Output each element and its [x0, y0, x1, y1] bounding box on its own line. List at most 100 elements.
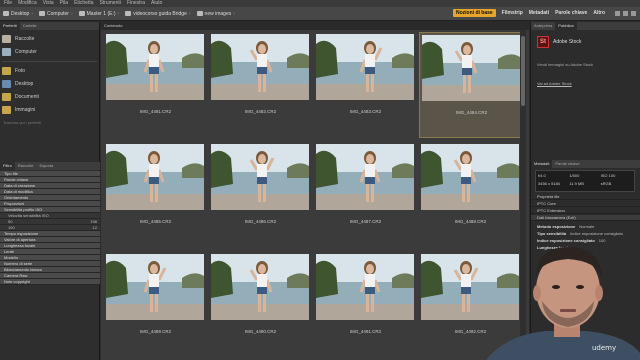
- thumbnail-cell[interactable]: IMG_4487.CR2: [314, 142, 417, 248]
- thumbnail-image[interactable]: [106, 254, 204, 320]
- breadcrumb-item[interactable]: Desktop ›: [0, 11, 36, 17]
- thumbnail-image[interactable]: [106, 34, 204, 100]
- metadata-section[interactable]: Proprietà file: [531, 194, 640, 200]
- thumbnail-cell[interactable]: IMG_4481.CR2: [104, 32, 207, 138]
- tab-raccolte[interactable]: Raccolte: [15, 162, 37, 170]
- favorite-item[interactable]: Raccolte: [2, 33, 97, 45]
- breadcrumb-item[interactable]: Computer ›: [36, 11, 76, 17]
- thumbnail-cell[interactable]: IMG_4486.CR2: [209, 142, 312, 248]
- tab-pubblica[interactable]: Pubblica: [555, 22, 577, 30]
- breadcrumb-separator-icon: ›: [70, 10, 73, 17]
- tab-esporta[interactable]: Esporta: [36, 162, 56, 170]
- workspace-altro[interactable]: Altro: [593, 10, 605, 16]
- folder-icon: [2, 93, 11, 101]
- folder-icon: [2, 35, 11, 43]
- tab-preferiti[interactable]: Preferiti: [0, 22, 20, 30]
- favorite-item[interactable]: Computer: [2, 46, 97, 58]
- thumbnail-image[interactable]: [211, 144, 309, 210]
- filter-label: Modello: [4, 255, 19, 260]
- breadcrumb-separator-icon: ›: [31, 10, 34, 17]
- scrollbar-thumb[interactable]: [521, 36, 525, 106]
- breadcrumb-item[interactable]: Master 1 (E:) ›: [76, 11, 123, 17]
- thumbnail-filename: IMG_4488.CR2: [454, 219, 487, 224]
- favorites-tabs: Preferiti Cartelle: [0, 22, 99, 30]
- metadata-section[interactable]: Dati fotocamera (Exif): [531, 215, 640, 221]
- thumbnail-filename: IMG_4481.CR2: [139, 109, 172, 114]
- workspace-filmstrip[interactable]: Filmstrip: [502, 10, 523, 16]
- menu-item[interactable]: Pila: [60, 0, 68, 7]
- photo-image: [421, 144, 519, 210]
- tab-cartelle[interactable]: Cartelle: [20, 22, 40, 30]
- thumbnail-cell[interactable]: IMG_4482.CR2: [209, 32, 312, 138]
- menu-item[interactable]: File: [4, 0, 12, 7]
- tab-filtro[interactable]: Filtro: [0, 162, 15, 170]
- thumbnail-image[interactable]: [106, 144, 204, 210]
- filter-label: Parole chiave: [4, 177, 29, 182]
- favorite-item[interactable]: Desktop: [2, 78, 97, 90]
- search-icon[interactable]: [615, 10, 620, 16]
- thumbnail-image[interactable]: [316, 34, 414, 100]
- filter-label: Note copyright: [4, 279, 30, 284]
- adobe-stock-panel: St Adobe Stock Vendi immagini su Adobe S…: [531, 30, 640, 92]
- adobe-stock-link[interactable]: Vai ad Adobe Stock: [537, 81, 634, 86]
- toolbar-icons: [615, 10, 636, 16]
- thumbnail-image[interactable]: [316, 144, 414, 210]
- thumbnail-image[interactable]: [316, 254, 414, 320]
- filter-tabs: Filtro Raccolte Esporta: [0, 162, 100, 170]
- thumbnail-image[interactable]: [211, 34, 309, 100]
- folder-icon: [2, 80, 11, 88]
- metadata-section[interactable]: IPTC Core: [531, 201, 640, 207]
- camera-value: sRGB: [600, 181, 612, 186]
- presenter-webcam: [476, 235, 640, 360]
- workspace-parole-chiave[interactable]: Parole chiave: [555, 10, 587, 16]
- photo-image: [211, 254, 309, 320]
- breadcrumb-item[interactable]: videocorso guida Bridge ›: [122, 11, 193, 17]
- favorite-label: Foto: [15, 68, 26, 74]
- filter-row[interactable]: Note copyright: [0, 279, 100, 285]
- favorite-label: Raccolte: [15, 36, 35, 42]
- path-bar: Desktop › Computer › Master 1 (E:) › videocors…: [0, 7, 640, 21]
- tab-anteprima[interactable]: Anteprima: [531, 22, 555, 30]
- filter-label: Data di modifica: [4, 189, 33, 194]
- thumbnail-cell[interactable]: IMG_4484.CR2: [419, 32, 522, 138]
- menu-item[interactable]: Vista: [43, 0, 54, 7]
- tab-metadati[interactable]: Metadati: [531, 160, 553, 168]
- thumbnail-image[interactable]: [422, 35, 520, 101]
- tab-parole-chiave[interactable]: Parole chiave: [552, 160, 582, 168]
- thumbnail-image[interactable]: [211, 254, 309, 320]
- favorite-item[interactable]: Documenti: [2, 91, 97, 103]
- thumbnail-cell[interactable]: IMG_4489.CR2: [104, 252, 207, 358]
- workspace-metadati[interactable]: Metadati: [529, 10, 549, 16]
- thumbnail-filename: IMG_4490.CR2: [244, 329, 277, 334]
- menu-item[interactable]: Finestra: [127, 0, 145, 7]
- breadcrumb-item[interactable]: new images ›: [194, 11, 238, 17]
- camera-value: f/4.0: [538, 173, 546, 178]
- close-icon[interactable]: [631, 10, 636, 16]
- thumbnail-cell[interactable]: IMG_4488.CR2: [419, 142, 522, 248]
- favorite-item[interactable]: Foto: [2, 65, 97, 77]
- camera-data-box: f/4.0 1/500 ISO 100 3456 x 5184 11.9 MB sRGB: [535, 170, 635, 192]
- menu-item[interactable]: Modifica: [18, 0, 37, 7]
- menu-item[interactable]: Aiuto: [151, 0, 162, 7]
- left-panel: Preferiti Cartelle Raccolte Computer Foto D…: [0, 22, 100, 360]
- thumbnail-image[interactable]: [421, 144, 519, 210]
- filter-label: Orientamento: [4, 195, 29, 200]
- thumbnail-cell[interactable]: IMG_4483.CR2: [314, 32, 417, 138]
- filter-label: Bilanciamento bianco: [4, 267, 43, 272]
- photo-image: [106, 144, 204, 210]
- metadata-section[interactable]: IPTC Extension: [531, 208, 640, 214]
- thumbnail-filename: IMG_4491.CR2: [349, 329, 382, 334]
- adobe-stock-text: Vendi immagini su Adobe Stock: [537, 62, 594, 67]
- thumbnail-cell[interactable]: IMG_4485.CR2: [104, 142, 207, 248]
- metadata-tabs: Metadati Parole chiave: [531, 160, 640, 168]
- menu-item[interactable]: Etichetta: [74, 0, 93, 7]
- tab-contenuto[interactable]: Contenuto: [101, 22, 529, 30]
- workspace-active[interactable]: Nozioni di base: [453, 9, 496, 17]
- favorite-item[interactable]: Immagini: [2, 104, 97, 116]
- menu-item[interactable]: Strumenti: [100, 0, 121, 7]
- filter-label: 50: [8, 219, 13, 224]
- metadata-key: Metodo esposizione: [537, 224, 576, 229]
- thumbnail-cell[interactable]: IMG_4491.CR2: [314, 252, 417, 358]
- thumbnail-cell[interactable]: IMG_4490.CR2: [209, 252, 312, 358]
- minimize-icon[interactable]: [623, 10, 628, 16]
